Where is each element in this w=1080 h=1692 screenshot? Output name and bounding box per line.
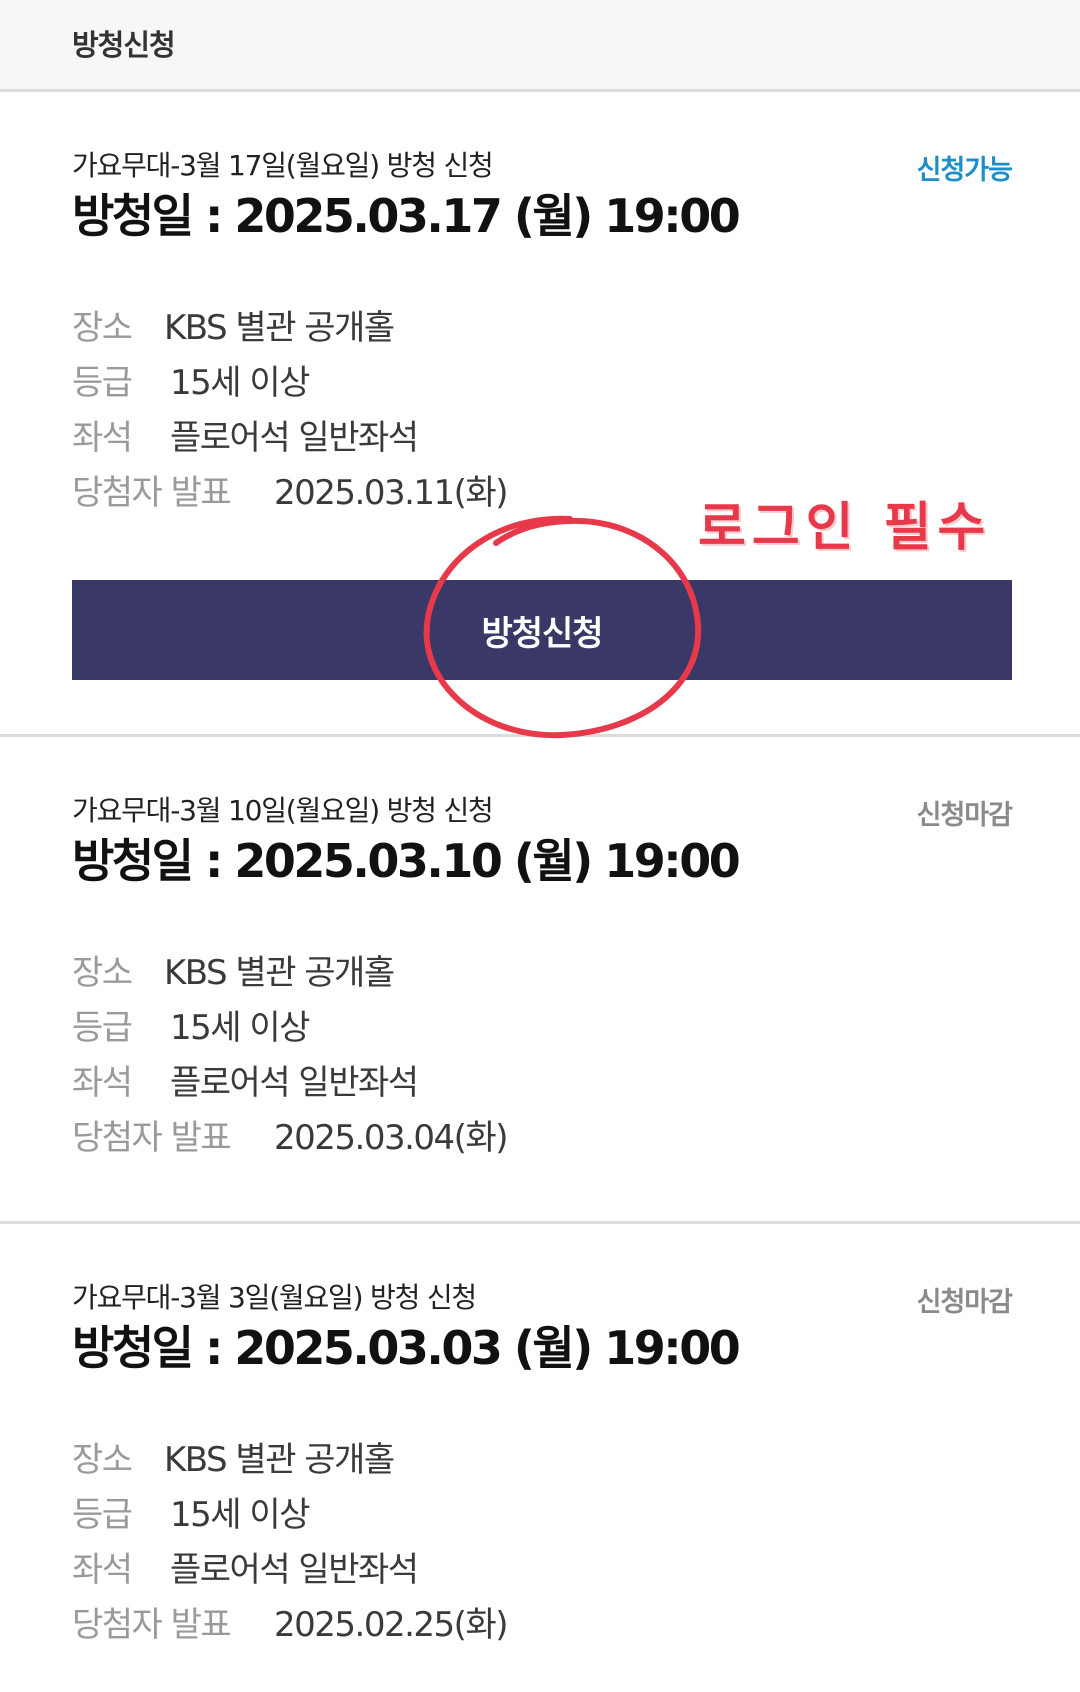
info-place: 장소 KBS 별관 공개홀 (72, 1432, 1012, 1487)
winner-label: 당첨자 발표 (72, 1118, 232, 1158)
apply-button[interactable]: 방청신청 (72, 580, 1012, 680)
winner-label: 당첨자 발표 (72, 1605, 232, 1645)
status-badge: 신청마감 (916, 1287, 1013, 1318)
show-info: 장소 KBS 별관 공개홀 등급 15세 이상 좌석 플로어석 일반좌석 당첨자… (72, 1432, 1012, 1652)
show-subtitle: 가요무대-3월 17일(월요일) 방청 신청 (72, 149, 494, 182)
show-card-1: 신청가능 가요무대-3월 17일(월요일) 방청 신청 방청일 : 2025.0… (0, 92, 1080, 739)
place-value: KBS 별관 공개홀 (164, 953, 395, 993)
grade-value: 15세 이상 (170, 1495, 310, 1535)
seat-value: 플로어석 일반좌석 (170, 1063, 419, 1103)
winner-label: 당첨자 발표 (72, 473, 232, 513)
seat-value: 플로어석 일반좌석 (170, 418, 419, 458)
grade-label: 등급 (72, 1495, 133, 1535)
winner-value: 2025.03.11(화) (274, 473, 508, 513)
info-seat: 좌석 플로어석 일반좌석 (72, 1055, 1012, 1110)
status-badge: 신청가능 (916, 155, 1013, 186)
info-seat: 좌석 플로어석 일반좌석 (72, 410, 1012, 465)
info-winner: 당첨자 발표 2025.03.04(화) (72, 1110, 1012, 1165)
page-header: 방청신청 (0, 0, 1080, 92)
show-subtitle: 가요무대-3월 10일(월요일) 방청 신청 (72, 794, 494, 827)
place-value: KBS 별관 공개홀 (164, 1440, 395, 1480)
place-label: 장소 (72, 1440, 133, 1480)
grade-label: 등급 (72, 1008, 133, 1048)
info-grade: 등급 15세 이상 (72, 1487, 1012, 1542)
apply-button-label: 방청신청 (481, 613, 603, 654)
winner-value: 2025.03.04(화) (274, 1118, 508, 1158)
grade-label: 등급 (72, 363, 133, 403)
info-seat: 좌석 플로어석 일반좌석 (72, 1542, 1012, 1597)
place-label: 장소 (72, 308, 133, 348)
show-date: 방청일 : 2025.03.17 (월) 19:00 (72, 189, 741, 243)
show-date: 방청일 : 2025.03.03 (월) 19:00 (72, 1321, 741, 1375)
page-title: 방청신청 (72, 27, 176, 62)
login-required-annotation: 로그인 필수 (698, 498, 992, 558)
info-grade: 등급 15세 이상 (72, 355, 1012, 410)
show-date: 방청일 : 2025.03.10 (월) 19:00 (72, 834, 741, 888)
place-value: KBS 별관 공개홀 (164, 308, 395, 348)
info-place: 장소 KBS 별관 공개홀 (72, 945, 1012, 1000)
place-label: 장소 (72, 953, 133, 993)
grade-value: 15세 이상 (170, 363, 310, 403)
info-winner: 당첨자 발표 2025.02.25(화) (72, 1597, 1012, 1652)
info-grade: 등급 15세 이상 (72, 1000, 1012, 1055)
seat-label: 좌석 (72, 1550, 133, 1590)
status-badge: 신청마감 (916, 800, 1013, 831)
show-info: 장소 KBS 별관 공개홀 등급 15세 이상 좌석 플로어석 일반좌석 당첨자… (72, 945, 1012, 1165)
seat-label: 좌석 (72, 1063, 133, 1103)
show-card-3: 신청마감 가요무대-3월 3일(월요일) 방청 신청 방청일 : 2025.03… (0, 1224, 1080, 1689)
show-card-2: 신청마감 가요무대-3월 10일(월요일) 방청 신청 방청일 : 2025.0… (0, 737, 1080, 1224)
info-place: 장소 KBS 별관 공개홀 (72, 300, 1012, 355)
seat-label: 좌석 (72, 418, 133, 458)
seat-value: 플로어석 일반좌석 (170, 1550, 419, 1590)
grade-value: 15세 이상 (170, 1008, 310, 1048)
winner-value: 2025.02.25(화) (274, 1605, 508, 1645)
show-subtitle: 가요무대-3월 3일(월요일) 방청 신청 (72, 1281, 477, 1314)
